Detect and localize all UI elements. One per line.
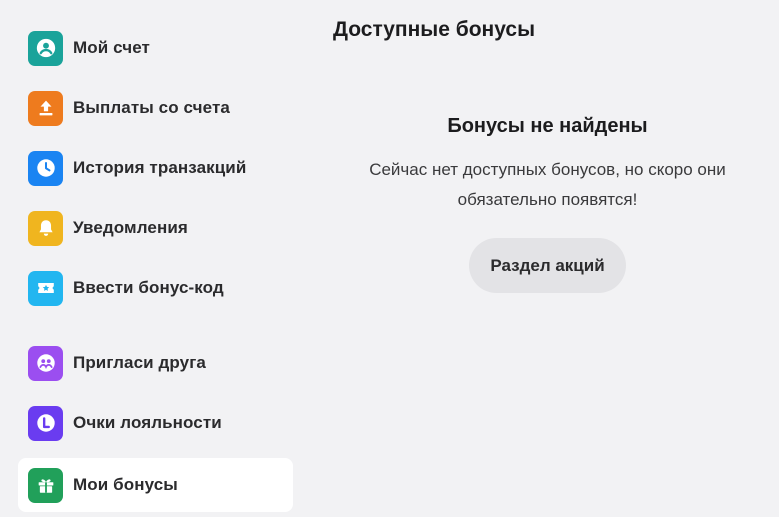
sidebar-item-label: Уведомления	[73, 218, 188, 237]
empty-state-text: Сейчас нет доступных бонусов, но скоро о…	[369, 160, 726, 209]
sidebar-item-my-account[interactable]: Мой счет	[18, 21, 293, 75]
sidebar-item-loyalty-points[interactable]: Очки лояльности	[18, 396, 293, 450]
sidebar-item-label: Ввести бонус-код	[73, 278, 224, 297]
sidebar-item-withdrawals[interactable]: Выплаты со счета	[18, 81, 293, 135]
sidebar-item-notifications[interactable]: Уведомления	[18, 201, 293, 255]
upload-icon	[28, 90, 63, 126]
sidebar-item-label: Мои бонусы	[73, 475, 178, 494]
ticket-icon	[28, 270, 63, 306]
page-title: Доступные бонусы	[333, 18, 536, 41]
empty-state-title: Бонусы не найдены	[447, 115, 648, 137]
sidebar-item-label: Очки лояльности	[73, 413, 222, 432]
bonuses-page: Мой счет Выплаты со счета История транза…	[0, 0, 779, 517]
sidebar-item-label: Пригласи друга	[73, 353, 206, 372]
sidebar-item-transaction-history[interactable]: История транзакций	[18, 141, 293, 195]
loyalty-icon	[28, 405, 63, 441]
promotions-section-button[interactable]: Раздел акций	[469, 238, 626, 293]
clock-icon	[28, 150, 63, 186]
user-icon	[28, 30, 63, 66]
friends-icon	[28, 345, 63, 381]
sidebar-item-bonus-code[interactable]: Ввести бонус-код	[18, 261, 293, 315]
sidebar-item-my-bonuses[interactable]: Мои бонусы	[18, 458, 293, 512]
sidebar-item-label: История транзакций	[73, 158, 247, 177]
sidebar-item-invite-friend[interactable]: Пригласи друга	[18, 336, 293, 390]
sidebar-item-label: Мой счет	[73, 38, 150, 57]
bell-icon	[28, 210, 63, 246]
gift-icon	[28, 467, 63, 503]
sidebar-item-label: Выплаты со счета	[73, 98, 230, 117]
